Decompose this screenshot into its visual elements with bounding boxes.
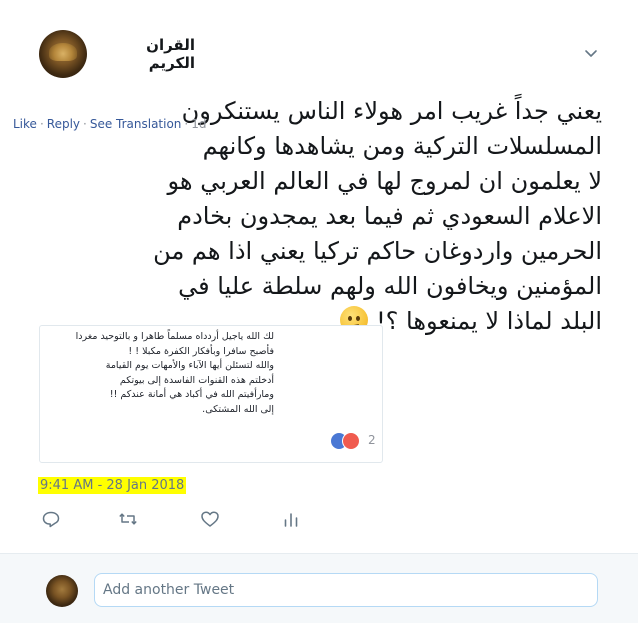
heart-reaction-icon xyxy=(342,432,360,450)
chevron-down-icon[interactable] xyxy=(582,44,600,62)
author-avatar[interactable] xyxy=(39,30,87,78)
separator: · xyxy=(83,117,87,131)
add-tweet-input[interactable] xyxy=(94,573,598,607)
tweet-card: القران الكريم يعني جداً غريب امر هولاء ا… xyxy=(0,0,638,623)
comment-line: لك الله ياجيل أردداه مسلماً طاهرا و بالت… xyxy=(75,331,274,342)
comment-line: إلى الله المشتكى. xyxy=(202,403,274,415)
heart-icon[interactable] xyxy=(200,509,220,529)
avatar-ornament xyxy=(49,43,77,61)
author-display-name[interactable]: القران الكريم xyxy=(95,36,195,72)
comment-actions: Like · Reply · See Translation · 1d xyxy=(13,117,207,133)
comment-line: ومارأفيتم الله في أكباد هي أمانة عندكم !… xyxy=(109,389,274,400)
comment-translate-link: See Translation xyxy=(89,117,182,131)
tweet-timestamp[interactable]: 9:41 AM - 28 Jan 2018 xyxy=(38,477,187,494)
comment-like-link: Like xyxy=(13,117,37,131)
current-user-avatar xyxy=(46,575,78,607)
tweet-line: المؤمنين ويخافون الله ولهم سلطة عليا في xyxy=(178,272,602,300)
retweet-icon[interactable] xyxy=(118,509,138,529)
comment-body: لك الله ياجيل أردداه مسلماً طاهرا و بالت… xyxy=(46,330,274,433)
reply-icon[interactable] xyxy=(41,509,61,529)
comment-time: 1d xyxy=(191,117,207,131)
tweet-line: لا يعلمون ان لمروج لها في العالم العربي … xyxy=(167,167,602,195)
tweet-line: البلد لماذا لا يمنعوها ؟! xyxy=(376,307,602,335)
separator: · xyxy=(184,117,189,131)
tweet-line: الاعلام السعودي ثم فيما بعد يمجدون بخادم xyxy=(177,202,602,230)
analytics-icon[interactable] xyxy=(281,509,301,529)
tweet-line: المسلسلات التركية ومن يشاهدها وكانهم xyxy=(202,132,602,160)
comment-line: فأصبح سافرا وبأفكار الكفرة مكبلا ! ! xyxy=(128,345,274,357)
comment-reply-link: Reply xyxy=(46,117,80,131)
reaction-count: 2 xyxy=(368,433,376,447)
tweet-line: الحرمين واردوغان حاكم تركيا يعني اذا هم … xyxy=(153,237,602,265)
comment-line: أدخلتم هذه القنوات الفاسدة إلى بيوتكم xyxy=(119,374,274,386)
separator: · xyxy=(39,117,44,131)
comment-line: والله لتسئلن أيها الآباء والأمهات يوم ال… xyxy=(105,360,274,371)
